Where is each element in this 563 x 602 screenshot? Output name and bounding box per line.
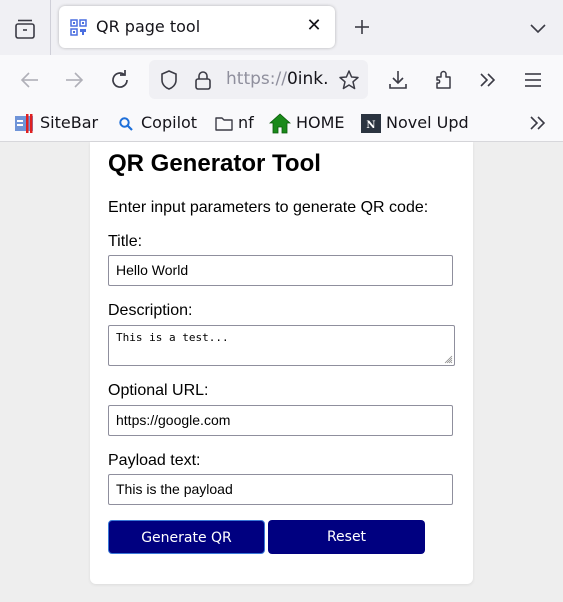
bookmark-novel-updates[interactable]: N Novel Upd [361, 113, 476, 133]
bookmark-home[interactable]: HOME [269, 113, 349, 134]
intro-text: Enter input parameters to generate QR co… [108, 199, 429, 216]
reload-icon [112, 70, 128, 88]
double-chevron-right-icon [530, 116, 546, 130]
resize-grip-icon[interactable] [444, 355, 453, 364]
url-label: Optional URL: [108, 382, 209, 399]
tab-list-button[interactable] [12, 17, 38, 41]
description-value: This is a test... [116, 331, 229, 344]
list-all-tabs-button[interactable] [527, 18, 549, 38]
folder-icon [215, 117, 233, 131]
description-label: Description: [108, 302, 193, 319]
sitebar-icon [15, 114, 33, 133]
arrow-right-icon [66, 72, 84, 88]
bookmark-label: SiteBar [40, 113, 99, 132]
navigation-bar: https://0ink. [0, 55, 563, 105]
bookmark-label: nf [238, 113, 254, 132]
search-icon [119, 117, 133, 131]
bookmark-label: Novel Upd [386, 113, 469, 132]
tab-bar: QR page tool ✕ [0, 0, 563, 55]
app-menu-button[interactable] [521, 68, 545, 92]
generate-qr-button[interactable]: Generate QR [108, 520, 265, 554]
hamburger-menu-icon [525, 73, 541, 87]
forward-button[interactable] [62, 68, 86, 92]
bookmark-label: Copilot [141, 113, 198, 132]
page-title: QR Generator Tool [108, 150, 321, 177]
tab-list-icon [15, 19, 35, 39]
extensions-button[interactable] [432, 68, 456, 92]
bookmarks-toolbar: SiteBar Copilot nf HOME N Novel Upd [0, 105, 563, 142]
download-icon [389, 71, 407, 89]
url-input[interactable]: https://google.com [108, 405, 453, 436]
bookmark-folder-nf[interactable]: nf [214, 113, 259, 133]
chevron-down-icon [530, 24, 546, 34]
close-tab-icon[interactable]: ✕ [304, 16, 324, 36]
bookmark-star-icon[interactable] [337, 68, 361, 92]
plus-icon [355, 20, 369, 34]
url-text[interactable]: https://0ink. [226, 69, 329, 89]
bookmark-copilot[interactable]: Copilot [118, 113, 203, 133]
description-textarea[interactable]: This is a test... [108, 325, 455, 366]
reload-button[interactable] [108, 68, 132, 92]
shield-icon [161, 70, 177, 90]
title-label: Title: [108, 233, 143, 250]
active-tab[interactable]: QR page tool ✕ [59, 6, 335, 48]
payload-input[interactable]: This is the payload [108, 474, 453, 505]
svg-text:N: N [366, 120, 375, 131]
bookmarks-overflow-button[interactable] [527, 113, 549, 133]
novel-updates-icon: N [361, 114, 381, 133]
overflow-menu-button[interactable] [476, 68, 500, 92]
new-tab-button[interactable] [350, 15, 374, 39]
url-scheme: https:// [226, 69, 287, 89]
qr-code-icon [70, 19, 87, 36]
bookmark-label: HOME [296, 113, 345, 132]
title-input[interactable]: Hello World [108, 255, 453, 286]
url-bar[interactable]: https://0ink. [149, 60, 368, 99]
double-chevron-right-icon [480, 73, 496, 87]
back-button[interactable] [18, 68, 42, 92]
downloads-button[interactable] [386, 68, 410, 92]
arrow-left-icon [20, 72, 38, 88]
bookmark-sitebar[interactable]: SiteBar [14, 113, 104, 133]
lock-icon [195, 71, 211, 90]
home-icon [269, 113, 291, 134]
qr-form-card: QR Generator Tool Enter input parameters… [90, 142, 473, 584]
url-host: 0ink. [286, 69, 329, 89]
tab-separator [50, 0, 51, 55]
tab-title: QR page tool [96, 17, 201, 36]
reset-button[interactable]: Reset [268, 520, 425, 554]
puzzle-icon [436, 70, 451, 89]
payload-label: Payload text: [108, 452, 201, 469]
